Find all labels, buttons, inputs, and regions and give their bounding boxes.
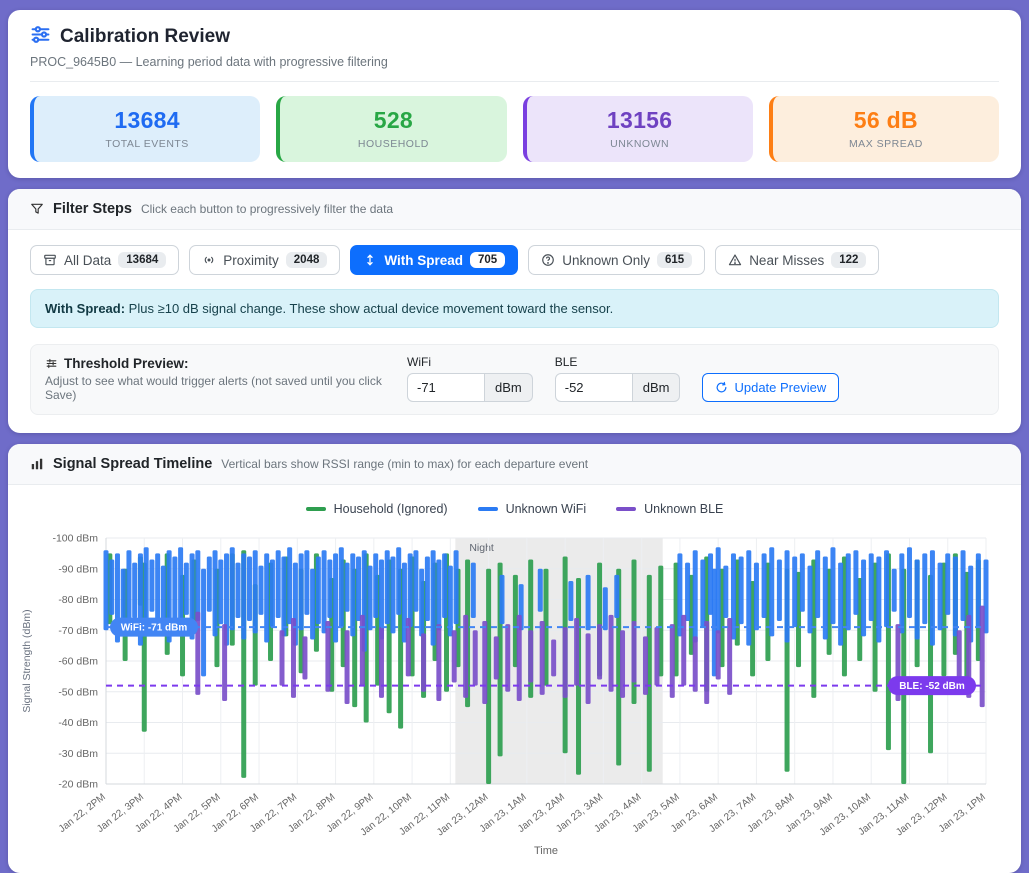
svg-text:-100 dBm: -100 dBm xyxy=(52,533,98,545)
svg-text:-30 dBm: -30 dBm xyxy=(58,748,98,760)
filter-button-label: Unknown Only xyxy=(562,253,650,268)
filter-buttons: All Data 13684 Proximity 2048 With Sprea… xyxy=(30,245,999,275)
svg-text:-60 dBm: -60 dBm xyxy=(58,656,98,668)
wifi-unit-suffix: dBm xyxy=(485,373,533,402)
filter-button-all-data[interactable]: All Data 13684 xyxy=(30,245,179,275)
stat-card-max-spread: 56 dB MAX SPREAD xyxy=(769,96,999,162)
filter-button-label: All Data xyxy=(64,253,111,268)
calibration-review-panel: Calibration Review PROC_9645B0 — Learnin… xyxy=(8,10,1021,178)
legend-label: Household (Ignored) xyxy=(334,502,448,516)
filter-count-badge: 13684 xyxy=(118,252,166,268)
update-preview-label: Update Preview xyxy=(734,380,826,395)
filter-info-text: Plus ≥10 dB signal change. These show ac… xyxy=(125,301,613,316)
funnel-icon xyxy=(30,202,44,216)
sliders-icon xyxy=(30,24,51,50)
ble-unit-suffix: dBm xyxy=(633,373,681,402)
page-subtitle: PROC_9645B0 — Learning period data with … xyxy=(30,55,999,69)
legend-item-unknown-ble[interactable]: Unknown BLE xyxy=(616,502,723,516)
filter-button-label: Near Misses xyxy=(749,253,824,268)
legend-dash-green xyxy=(306,507,326,511)
threshold-preview-box: Threshold Preview: Adjust to see what wo… xyxy=(30,344,999,415)
legend-label: Unknown WiFi xyxy=(506,502,587,516)
update-preview-button[interactable]: Update Preview xyxy=(702,373,839,402)
chart-subtitle: Vertical bars show RSSI range (min to ma… xyxy=(221,457,588,471)
svg-text:-20 dBm: -20 dBm xyxy=(58,779,98,791)
svg-text:-50 dBm: -50 dBm xyxy=(58,686,98,698)
svg-text:-80 dBm: -80 dBm xyxy=(58,594,98,606)
filter-button-proximity[interactable]: Proximity 2048 xyxy=(189,245,340,275)
archive-icon xyxy=(43,253,57,267)
legend-item-unknown-wifi[interactable]: Unknown WiFi xyxy=(478,502,587,516)
filter-button-unknown-only[interactable]: Unknown Only 615 xyxy=(528,245,705,275)
filter-count-badge: 2048 xyxy=(286,252,328,268)
stat-value: 13684 xyxy=(42,107,252,134)
svg-text:WiFi: -71 dBm: WiFi: -71 dBm xyxy=(121,623,188,634)
wifi-threshold-field: WiFi dBm xyxy=(407,355,533,402)
filter-info-bold: With Spread: xyxy=(45,301,125,316)
filter-button-with-spread[interactable]: With Spread 705 xyxy=(350,245,518,275)
arrows-vertical-icon xyxy=(363,253,377,267)
stat-card-unknown: 13156 UNKNOWN xyxy=(523,96,753,162)
legend-item-household[interactable]: Household (Ignored) xyxy=(306,502,448,516)
filter-button-label: With Spread xyxy=(384,253,463,268)
ble-field-label: BLE xyxy=(555,355,681,369)
question-circle-icon xyxy=(541,253,555,267)
wifi-threshold-input[interactable] xyxy=(407,373,485,402)
filter-steps-subtitle: Click each button to progressively filte… xyxy=(141,202,393,216)
filter-steps-title: Filter Steps xyxy=(53,201,132,217)
svg-text:-90 dBm: -90 dBm xyxy=(58,563,98,575)
sliders-small-icon xyxy=(45,357,58,370)
filter-steps-panel: Filter Steps Click each button to progre… xyxy=(8,189,1021,433)
svg-text:-40 dBm: -40 dBm xyxy=(58,717,98,729)
legend-label: Unknown BLE xyxy=(644,502,723,516)
svg-text:Signal Strength (dBm): Signal Strength (dBm) xyxy=(21,609,33,712)
refresh-icon xyxy=(715,381,728,394)
warning-triangle-icon xyxy=(728,253,742,267)
chart-legend: Household (Ignored) Unknown WiFi Unknown… xyxy=(8,485,1021,520)
stat-label: TOTAL EVENTS xyxy=(42,138,252,150)
legend-dash-blue xyxy=(478,507,498,511)
stat-label: HOUSEHOLD xyxy=(288,138,498,150)
svg-text:BLE: -52 dBm: BLE: -52 dBm xyxy=(899,681,965,692)
chart-title: Signal Spread Timeline xyxy=(53,456,212,472)
stat-label: MAX SPREAD xyxy=(781,138,991,150)
stat-value: 528 xyxy=(288,107,498,134)
svg-text:Time: Time xyxy=(534,845,558,857)
signal-spread-chart: Night -100 dBm -90 dBm -80 dBm -70 dBm -60 dB… xyxy=(8,520,1021,873)
page-title: Calibration Review xyxy=(60,26,230,48)
wifi-field-label: WiFi xyxy=(407,355,533,369)
stat-card-household: 528 HOUSEHOLD xyxy=(276,96,506,162)
broadcast-icon xyxy=(202,253,216,267)
ble-threshold-input[interactable] xyxy=(555,373,633,402)
filter-count-badge: 615 xyxy=(657,252,692,268)
stat-value: 13156 xyxy=(535,107,745,134)
legend-dash-purple xyxy=(616,507,636,511)
filter-button-label: Proximity xyxy=(223,253,279,268)
stat-cards: 13684 TOTAL EVENTS 528 HOUSEHOLD 13156 U… xyxy=(30,96,999,162)
filter-info-alert: With Spread: Plus ≥10 dB signal change. … xyxy=(30,289,999,328)
stat-label: UNKNOWN xyxy=(535,138,745,150)
ble-threshold-field: BLE dBm xyxy=(555,355,681,402)
filter-count-badge: 122 xyxy=(831,252,866,268)
threshold-subtitle: Adjust to see what would trigger alerts … xyxy=(45,374,385,402)
stat-card-total-events: 13684 TOTAL EVENTS xyxy=(30,96,260,162)
signal-spread-panel: Signal Spread Timeline Vertical bars sho… xyxy=(8,444,1021,873)
filter-button-near-misses[interactable]: Near Misses 122 xyxy=(715,245,879,275)
divider xyxy=(30,81,999,82)
bar-chart-icon xyxy=(30,457,44,471)
stat-value: 56 dB xyxy=(781,107,991,134)
filter-count-badge: 705 xyxy=(470,252,505,268)
svg-text:-70 dBm: -70 dBm xyxy=(58,625,98,637)
threshold-title: Threshold Preview: xyxy=(64,356,189,371)
svg-text:Night: Night xyxy=(469,542,494,554)
